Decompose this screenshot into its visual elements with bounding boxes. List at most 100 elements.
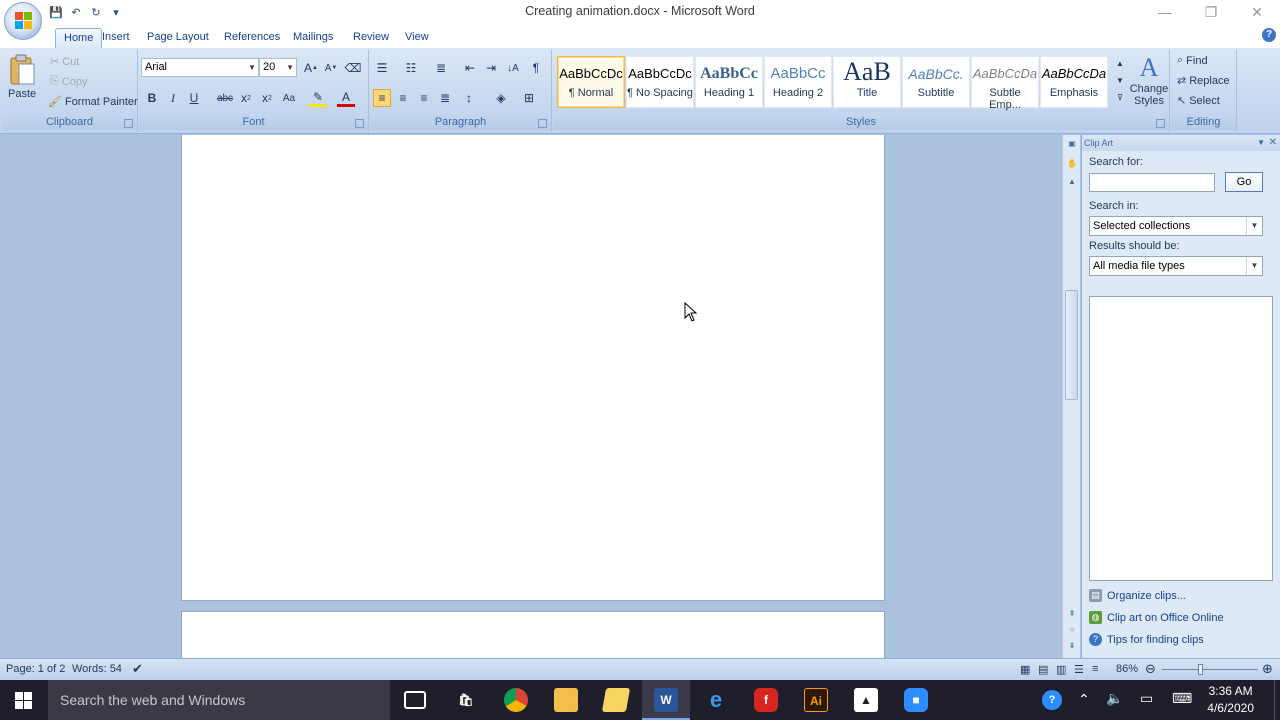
select-button[interactable]: ↖ Select <box>1177 94 1220 108</box>
tab-review[interactable]: Review <box>345 28 397 48</box>
search-in-select[interactable]: Selected collections ▼ <box>1089 216 1263 236</box>
style-subtitle[interactable]: AaBbCc. Subtitle <box>902 56 970 108</box>
borders-icon[interactable]: ⊞ <box>520 89 538 107</box>
chrome-icon[interactable] <box>504 688 528 712</box>
font-color-icon[interactable]: A <box>337 89 355 107</box>
previous-page-icon[interactable]: ⇞ <box>1066 609 1078 621</box>
copy-button[interactable]: ⎘ Copy <box>50 75 88 88</box>
strikethrough-icon[interactable]: abc <box>216 89 234 107</box>
restore-button[interactable]: ❐ <box>1188 0 1234 24</box>
zoom-in-icon[interactable]: ⊕ <box>1262 661 1273 677</box>
store-icon[interactable]: 🛍 <box>454 688 478 712</box>
next-page-icon[interactable]: ⇟ <box>1066 641 1078 653</box>
style-subtle-emphasis[interactable]: AaBbCcDa Subtle Emp... <box>971 56 1039 111</box>
word-taskbar-button[interactable]: W <box>642 680 690 720</box>
shrink-font-icon[interactable]: A ▼ <box>322 59 340 77</box>
subscript-icon[interactable]: x2 <box>237 89 255 107</box>
clip-art-online-link[interactable]: ◍ Clip art on Office Online <box>1089 611 1224 624</box>
document-page-1[interactable] <box>181 135 885 601</box>
photos-icon[interactable]: ▲ <box>854 688 878 712</box>
change-case-icon[interactable]: Aa <box>280 89 298 107</box>
scrollbar-thumb[interactable] <box>1065 290 1078 400</box>
proofing-icon[interactable]: ✔ <box>132 661 143 677</box>
illustrator-icon[interactable]: Ai <box>804 688 828 712</box>
zoom-app-icon[interactable]: ■ <box>904 688 928 712</box>
select-browse-object-icon[interactable]: ○ <box>1066 625 1078 637</box>
bullets-icon[interactable]: ☰ <box>373 59 391 77</box>
show-desktop-button[interactable] <box>1274 680 1280 720</box>
office-button[interactable] <box>4 2 42 40</box>
draft-icon[interactable]: ≡ <box>1092 663 1098 675</box>
close-button[interactable]: ✕ <box>1234 0 1280 24</box>
edge-icon[interactable]: e <box>704 688 728 712</box>
help-icon[interactable]: ? <box>1262 28 1276 42</box>
notification-icon[interactable]: ▭ <box>1140 690 1153 707</box>
line-spacing-icon[interactable]: ↕ <box>460 89 478 107</box>
style-normal[interactable]: AaBbCcDc ¶ Normal <box>557 56 625 108</box>
paragraph-launcher-icon[interactable] <box>538 119 547 128</box>
sort-icon[interactable]: ↓A <box>504 59 522 77</box>
web-layout-icon[interactable]: ▥ <box>1056 663 1066 676</box>
italic-icon[interactable]: I <box>164 89 182 107</box>
styles-launcher-icon[interactable] <box>1156 119 1165 128</box>
show-formatting-icon[interactable]: ¶ <box>527 59 545 77</box>
underline-icon[interactable]: U <box>185 89 203 107</box>
vertical-scrollbar[interactable]: ▣ ✋ ▲ ⇞ ○ ⇟ <box>1062 135 1080 658</box>
shading-icon[interactable]: ◈ <box>492 89 510 107</box>
tab-references[interactable]: References <box>216 28 288 48</box>
tab-page-layout[interactable]: Page Layout <box>139 28 217 48</box>
tab-mailings[interactable]: Mailings <box>285 28 341 48</box>
keyboard-icon[interactable]: ⌨ <box>1172 690 1192 707</box>
organize-clips-link[interactable]: ▤ Organize clips... <box>1089 589 1186 602</box>
document-page-2[interactable] <box>181 611 885 658</box>
gallery-more-icon[interactable]: ⊽ <box>1111 90 1129 104</box>
replace-button[interactable]: ⇄ Replace <box>1177 74 1230 88</box>
superscript-icon[interactable]: x2 <box>258 89 276 107</box>
zoom-level[interactable]: 86% <box>1116 663 1138 675</box>
print-layout-icon[interactable]: ▦ <box>1020 663 1030 676</box>
style-emphasis[interactable]: AaBbCcDa Emphasis <box>1040 56 1108 108</box>
numbering-icon[interactable]: ☷ <box>402 59 420 77</box>
font-name-combo[interactable]: Arial ▼ <box>141 58 259 77</box>
style-no-spacing[interactable]: AaBbCcDc ¶ No Spacing <box>626 56 694 108</box>
page-count[interactable]: Page: 1 of 2 <box>6 663 65 675</box>
format-painter-button[interactable]: 🖌 Format Painter <box>48 95 138 109</box>
pane-options-icon[interactable]: ▼ <box>1257 135 1265 151</box>
taskbar-search-input[interactable]: Search the web and Windows <box>48 680 390 720</box>
highlight-icon[interactable]: ✎ <box>309 89 327 107</box>
outline-icon[interactable]: ☰ <box>1074 663 1084 676</box>
clip-search-input[interactable] <box>1089 173 1215 192</box>
scroll-up-icon[interactable]: ▲ <box>1066 177 1078 189</box>
style-heading-1[interactable]: AaBbCc Heading 1 <box>695 56 763 108</box>
gallery-up-icon[interactable]: ▲ <box>1111 56 1129 70</box>
full-screen-reading-icon[interactable]: ▤ <box>1038 663 1048 676</box>
multilevel-list-icon[interactable]: ≣ <box>432 59 450 77</box>
windows-start-icon[interactable] <box>15 692 32 709</box>
ruler-toggle-icon[interactable]: ▣ <box>1066 139 1078 151</box>
word-count[interactable]: Words: 54 <box>72 663 122 675</box>
tab-insert[interactable]: Insert <box>94 28 138 48</box>
chevron-up-icon[interactable]: ⌃ <box>1078 691 1090 708</box>
zoom-out-icon[interactable]: ⊖ <box>1145 661 1156 677</box>
grow-font-icon[interactable]: A ▲ <box>302 59 320 77</box>
pan-icon[interactable]: ✋ <box>1066 159 1078 171</box>
tab-view[interactable]: View <box>397 28 437 48</box>
results-type-select[interactable]: All media file types ▼ <box>1089 256 1263 276</box>
sticky-folder-icon[interactable] <box>601 688 631 712</box>
clipboard-launcher-icon[interactable] <box>124 119 133 128</box>
go-button[interactable]: Go <box>1225 172 1263 192</box>
flash-icon[interactable]: f <box>754 688 778 712</box>
justify-icon[interactable]: ≣ <box>436 89 454 107</box>
file-explorer-icon[interactable] <box>554 688 578 712</box>
style-title[interactable]: AaB Title <box>833 56 901 108</box>
decrease-indent-icon[interactable]: ⇤ <box>461 59 479 77</box>
increase-indent-icon[interactable]: ⇥ <box>482 59 500 77</box>
task-view-icon[interactable] <box>404 691 426 709</box>
align-center-icon[interactable]: ≡ <box>394 89 412 107</box>
zoom-slider-thumb[interactable] <box>1198 664 1203 675</box>
clear-formatting-icon[interactable]: ⌫ <box>344 59 362 77</box>
clip-results-list[interactable] <box>1089 296 1273 581</box>
style-heading-2[interactable]: AaBbCc Heading 2 <box>764 56 832 108</box>
change-styles-button[interactable]: A Change Styles <box>1130 54 1169 108</box>
gallery-down-icon[interactable]: ▼ <box>1111 73 1129 87</box>
